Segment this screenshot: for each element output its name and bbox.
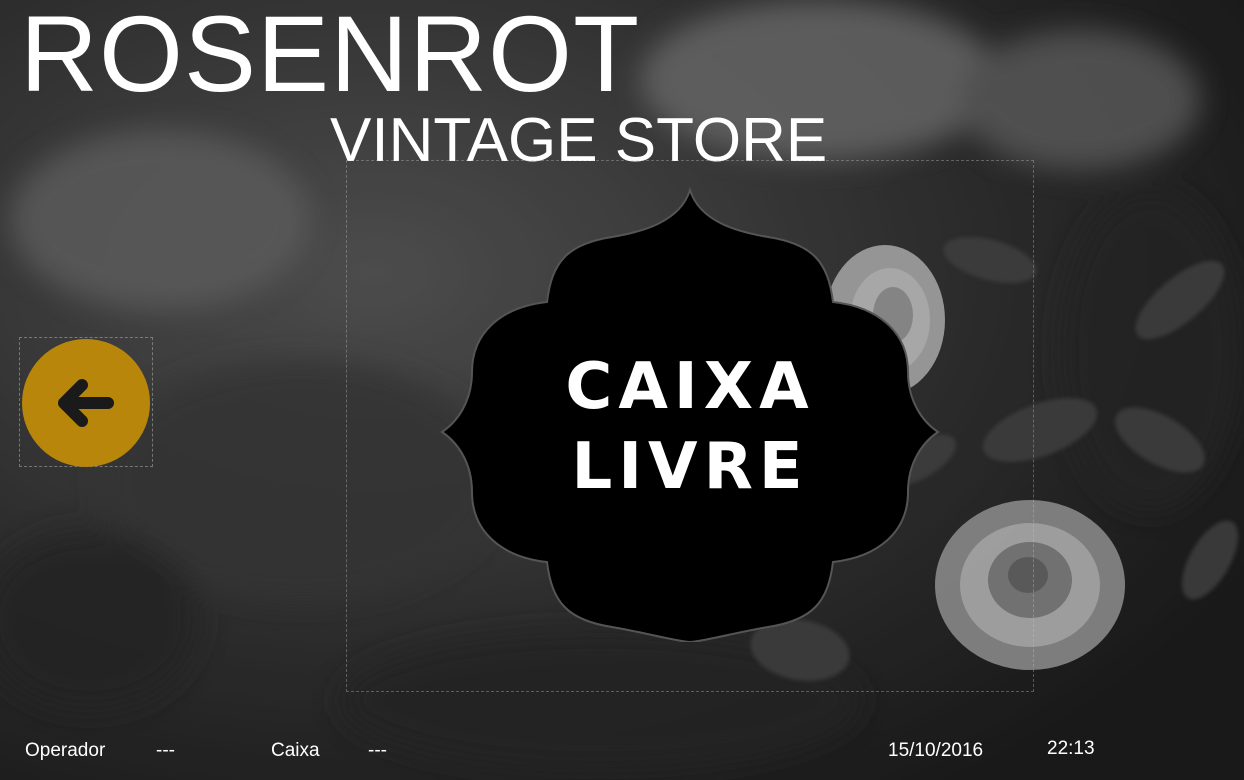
arrow-left-icon bbox=[58, 379, 114, 427]
operator-label: Operador bbox=[25, 740, 106, 761]
badge-line-2: LIVRE bbox=[571, 430, 809, 504]
register-value: --- bbox=[368, 740, 387, 761]
operator-value: --- bbox=[156, 740, 175, 761]
date-display: 15/10/2016 bbox=[888, 740, 984, 761]
back-button[interactable] bbox=[22, 339, 150, 467]
badge-line-1: CAIXA bbox=[565, 350, 815, 424]
time-display: 22:13 bbox=[1047, 738, 1095, 759]
register-label: Caixa bbox=[271, 740, 320, 761]
brand-title: ROSENROT bbox=[20, 0, 641, 114]
